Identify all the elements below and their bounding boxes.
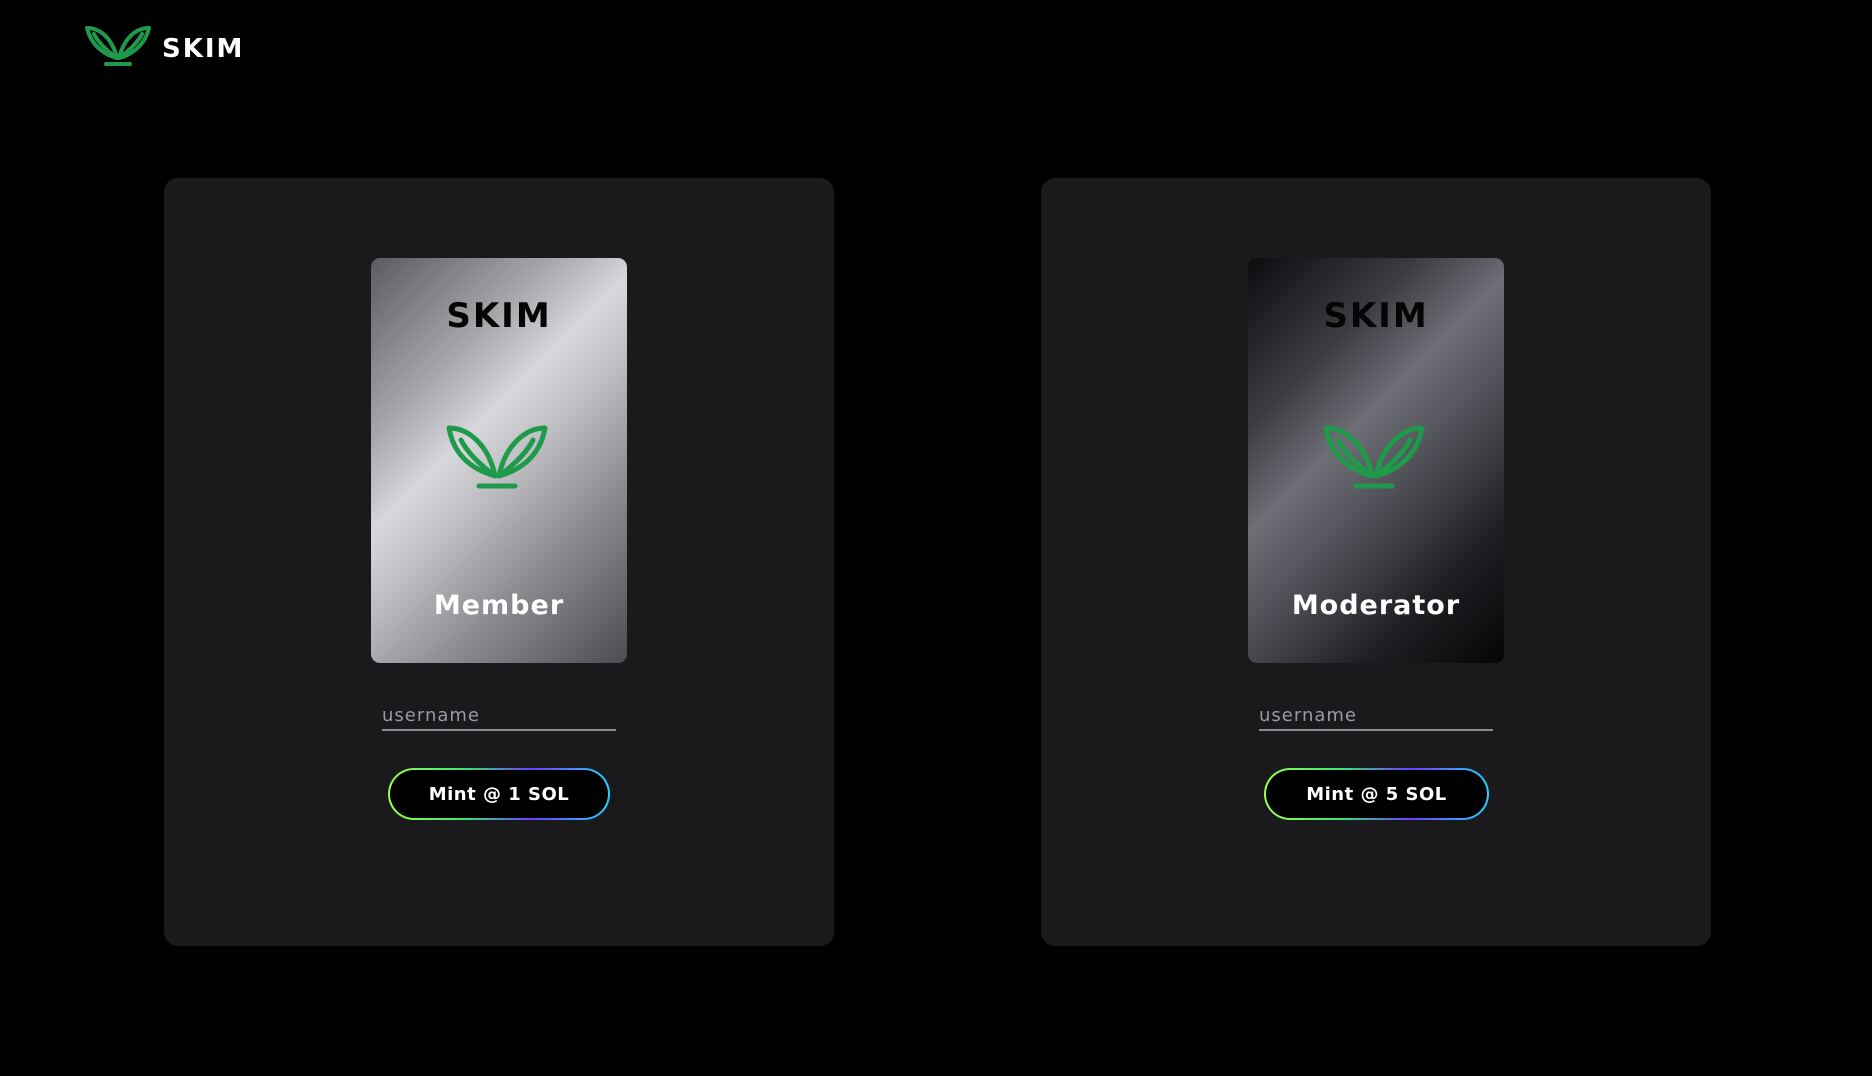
- moderator-tier-panel: SKIM Moderator Mint @ 5 SOL: [1041, 178, 1711, 946]
- mint-moderator-button[interactable]: Mint @ 5 SOL: [1264, 768, 1489, 820]
- card-title: SKIM: [1323, 296, 1429, 336]
- sprout-leaves-icon: [1323, 425, 1425, 489]
- username-input[interactable]: [1259, 701, 1493, 731]
- card-role-label: Moderator: [1291, 590, 1461, 621]
- mint-page: SKIM SKIM Member Mint @ 1 SOL SKIM: [0, 0, 1872, 1076]
- sprout-leaves-icon: [85, 26, 151, 66]
- member-nft-card: SKIM Member: [371, 258, 627, 663]
- brand-logo-link[interactable]: SKIM: [84, 22, 244, 68]
- moderator-nft-card: SKIM Moderator: [1248, 258, 1504, 663]
- sprout-leaves-icon: [446, 425, 548, 489]
- card-role-label: Member: [433, 590, 565, 621]
- card-title: SKIM: [446, 296, 552, 336]
- brand-name: SKIM: [162, 34, 245, 64]
- member-tier-panel: SKIM Member Mint @ 1 SOL: [164, 178, 834, 946]
- username-input[interactable]: [382, 701, 616, 731]
- mint-member-button[interactable]: Mint @ 1 SOL: [388, 768, 610, 820]
